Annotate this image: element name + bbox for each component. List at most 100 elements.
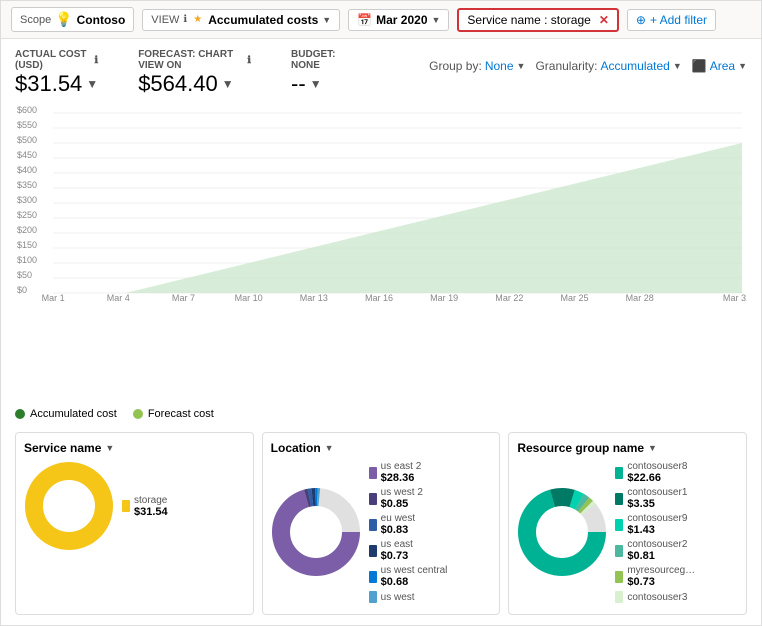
svg-text:Mar 7: Mar 7 [172, 293, 195, 301]
view-type-control[interactable]: ⬛ Area ▼ [692, 59, 747, 73]
user2-value: $0.81 [627, 550, 687, 562]
svg-text:$550: $550 [17, 120, 37, 130]
info-icon-forecast: ℹ [247, 55, 251, 66]
resource-donut-chart [517, 487, 607, 580]
actual-cost-label: ACTUAL COST (USD) ℹ [15, 49, 98, 71]
user1-color-bar [615, 493, 623, 505]
user3-name: contosouser3 [627, 592, 687, 603]
service-filter-badge[interactable]: Service name : storage ✕ [457, 8, 618, 32]
storage-color-bar [122, 500, 130, 512]
user9-name: contosouser9 [627, 513, 687, 524]
svg-text:$50: $50 [17, 270, 32, 280]
svg-text:Mar 22: Mar 22 [495, 293, 523, 301]
svg-text:$250: $250 [17, 210, 37, 220]
metrics-row: ACTUAL COST (USD) ℹ $31.54 ▼ FORECAST: C… [1, 39, 761, 101]
service-name-card-header[interactable]: Service name ▼ [24, 441, 245, 455]
euwest-name: eu west [381, 513, 415, 524]
location-item-useast: us east $0.73 [369, 539, 492, 562]
service-legend-list: storage $31.54 [122, 495, 245, 521]
service-donut-svg [24, 461, 114, 551]
myresource-name: myresourcegroup [627, 565, 697, 576]
location-item-useast2: us east 2 $28.36 [369, 461, 492, 484]
scope-selector[interactable]: Scope 💡 Contoso [11, 7, 134, 32]
lightbulb-icon: 💡 [55, 11, 72, 28]
svg-text:Mar 19: Mar 19 [430, 293, 458, 301]
resource-group-card-header[interactable]: Resource group name ▼ [517, 441, 738, 455]
svg-text:$600: $600 [17, 105, 37, 115]
actual-cost-value: $31.54 ▼ [15, 71, 98, 97]
resource-item-user9: contosouser9 $1.43 [615, 513, 738, 536]
view-chevron-icon: ▼ [322, 15, 331, 25]
star-icon: ★ [193, 14, 202, 25]
location-card: Location ▼ [262, 432, 501, 615]
myresource-color-bar [615, 571, 623, 583]
location-item-uswest: us west [369, 591, 492, 603]
user9-value: $1.43 [627, 524, 687, 536]
budget-label: BUDGET: NONE [291, 49, 349, 71]
legend-accumulated: Accumulated cost [15, 408, 117, 420]
budget-block: BUDGET: NONE -- ▼ [291, 49, 349, 97]
user2-color-bar [615, 545, 623, 557]
scope-label: Scope [20, 14, 51, 26]
user2-name: contosouser2 [627, 539, 687, 550]
svg-text:Mar 25: Mar 25 [561, 293, 589, 301]
area-chart-icon: ⬛ [692, 59, 707, 73]
location-legend-list: us east 2 $28.36 us west 2 $0.85 [369, 461, 492, 606]
user9-color-bar [615, 519, 623, 531]
uswestcentral-name: us west central [381, 565, 448, 576]
filter-plus-icon: ⊕ [636, 13, 646, 27]
cards-row: Service name ▼ storage $31.54 [1, 426, 761, 625]
location-chevron-icon: ▼ [325, 443, 334, 453]
svg-text:$0: $0 [17, 285, 27, 295]
actual-cost-chevron-icon[interactable]: ▼ [86, 77, 98, 91]
view-selector[interactable]: VIEW ℹ ★ Accumulated costs ▼ [142, 9, 340, 31]
svg-text:Mar 10: Mar 10 [235, 293, 263, 301]
add-filter-button[interactable]: ⊕ + Add filter [627, 9, 716, 31]
location-card-header[interactable]: Location ▼ [271, 441, 492, 455]
groupby-chevron-icon: ▼ [517, 61, 526, 71]
resource-item-myresource: myresourcegroup $0.73 [615, 565, 738, 588]
location-item-uswestcentral: us west central $0.68 [369, 565, 492, 588]
forecast-value: $564.40 ▼ [138, 71, 251, 97]
controls-row: Group by: None ▼ Granularity: Accumulate… [429, 59, 747, 73]
uswest-name: us west [381, 592, 415, 603]
granularity-chevron-icon: ▼ [673, 61, 682, 71]
useast-value: $0.73 [381, 550, 413, 562]
myresource-value: $0.73 [627, 576, 697, 588]
svg-text:Mar 31: Mar 31 [723, 293, 747, 301]
svg-text:$200: $200 [17, 225, 37, 235]
budget-value: -- ▼ [291, 71, 349, 97]
forecast-chevron-icon[interactable]: ▼ [222, 77, 234, 91]
svg-text:$450: $450 [17, 150, 37, 160]
euwest-value: $0.83 [381, 524, 415, 536]
storage-name: storage [134, 495, 168, 506]
svg-text:Mar 16: Mar 16 [365, 293, 393, 301]
filter-label: Service name : storage [467, 13, 590, 27]
date-selector[interactable]: 📅 Mar 2020 ▼ [348, 9, 449, 31]
location-donut-chart [271, 487, 361, 580]
granularity-label: Granularity: [535, 59, 597, 73]
view-value: Accumulated costs [208, 13, 318, 27]
useast2-value: $28.36 [381, 472, 422, 484]
granularity-control[interactable]: Granularity: Accumulated ▼ [535, 59, 681, 73]
useast-color-bar [369, 545, 377, 557]
user1-name: contosouser1 [627, 487, 687, 498]
chart-section: $600 $550 $500 $450 $400 $350 $300 $250 … [1, 101, 761, 404]
service-name-chevron-icon: ▼ [105, 443, 114, 453]
service-donut-chart [24, 461, 114, 554]
uswest2-color-bar [369, 493, 377, 505]
euwest-color-bar [369, 519, 377, 531]
storage-value: $31.54 [134, 506, 168, 518]
svg-text:$350: $350 [17, 180, 37, 190]
budget-chevron-icon[interactable]: ▼ [310, 77, 322, 91]
legend-forecast: Forecast cost [133, 408, 214, 420]
groupby-control[interactable]: Group by: None ▼ [429, 59, 525, 73]
accumulated-color-dot [15, 409, 25, 419]
svg-text:$150: $150 [17, 240, 37, 250]
filter-close-icon[interactable]: ✕ [599, 13, 609, 27]
resource-item-user1: contosouser1 $3.35 [615, 487, 738, 510]
area-chart: $600 $550 $500 $450 $400 $350 $300 $250 … [15, 101, 747, 301]
resource-item-user8: contosouser8 $22.66 [615, 461, 738, 484]
calendar-icon: 📅 [357, 13, 372, 27]
forecast-color-dot [133, 409, 143, 419]
